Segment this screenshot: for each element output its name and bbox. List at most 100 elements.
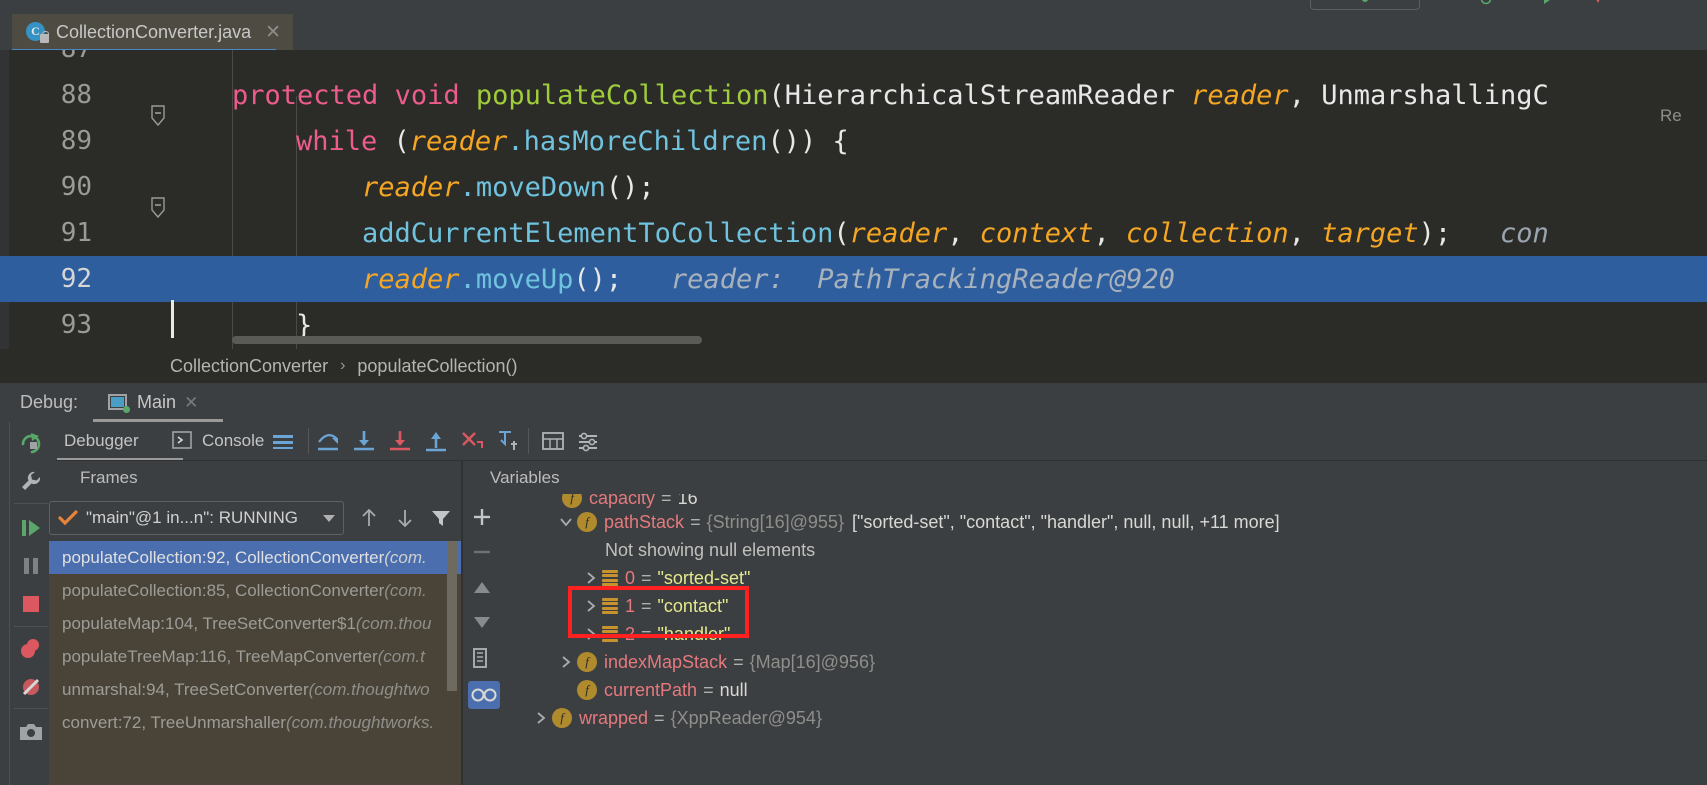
variable-row-currentpath[interactable]: f currentPath = null <box>577 676 748 704</box>
field-icon: f <box>577 512 597 532</box>
breadcrumb-item-class[interactable]: CollectionConverter <box>170 356 328 377</box>
chevron-right-icon[interactable] <box>555 651 577 673</box>
run-to-cursor-icon[interactable] <box>495 428 521 454</box>
variable-row-index-0[interactable]: 0 = "sorted-set" <box>580 564 750 592</box>
frame-method: populateMap:104, TreeSetConverter$1 <box>62 613 356 633</box>
tab-console[interactable]: Console <box>202 431 264 451</box>
copy-value-icon[interactable] <box>468 645 496 673</box>
thread-selector[interactable]: "main"@1 in...n": RUNNING <box>49 501 344 535</box>
inline-debugger-hint-92[interactable]: reader: PathTrackingReader@920 <box>671 264 1175 295</box>
frame-package: (com. <box>384 547 427 567</box>
variable-row-pathstack[interactable]: f pathStack = {String[16]@955} ["sorted-… <box>555 508 1280 536</box>
move-up-icon[interactable] <box>468 574 496 602</box>
frame-method: convert:72, TreeUnmarshaller <box>62 712 286 732</box>
frames-list-item[interactable]: populateCollection:85, CollectionConvert… <box>49 574 461 607</box>
resume-program-icon[interactable] <box>12 509 50 547</box>
toolbar-separator <box>528 428 529 454</box>
variable-value: "sorted-set" <box>657 567 751 588</box>
tab-debugger[interactable]: Debugger <box>64 431 139 451</box>
step-over-icon[interactable] <box>315 428 341 454</box>
code-editor[interactable]: 87 88 protected void populateCollection(… <box>0 50 1707 349</box>
frame-package: (com. <box>384 580 427 600</box>
obj-reader: reader <box>409 125 508 157</box>
stop-icon[interactable] <box>12 585 50 623</box>
code-line-88: protected void populateCollection(Hierar… <box>232 80 1549 111</box>
console-icon[interactable] <box>172 430 194 450</box>
add-watch-icon[interactable] <box>468 503 496 531</box>
rerun-icon[interactable] <box>12 424 50 462</box>
editor-right-edge-hint: Re <box>1660 106 1682 125</box>
equals-sign: = <box>703 679 714 700</box>
arrow-up-icon[interactable] <box>357 506 381 530</box>
paren: ( <box>768 79 785 111</box>
run-icon[interactable] <box>1480 0 1496 6</box>
chevron-right-icon[interactable] <box>580 595 602 617</box>
filter-icon[interactable] <box>429 506 453 530</box>
frames-list[interactable]: populateCollection:92, CollectionConvert… <box>49 541 461 785</box>
variable-row-indexmapstack[interactable]: f indexMapStack = {Map[16]@956} <box>555 648 875 676</box>
equals-sign: = <box>690 511 701 532</box>
frames-scrollbar[interactable] <box>447 541 457 691</box>
layout-settings-icon[interactable] <box>270 428 296 454</box>
remove-watch-icon[interactable] <box>468 538 496 566</box>
editor-line-92-current: 92 reader.moveUp(); reader: PathTracking… <box>0 256 1707 302</box>
line-number: 92 <box>60 264 92 294</box>
mute-breakpoints-icon[interactable] <box>12 668 50 706</box>
toolbar-divider <box>9 422 10 785</box>
evaluate-expression-icon[interactable] <box>540 428 566 454</box>
view-breakpoints-icon[interactable] <box>12 630 50 668</box>
stop-toolbar-icon[interactable] <box>1590 0 1606 6</box>
frames-list-item[interactable]: convert:72, TreeUnmarshaller (com.though… <box>49 706 461 739</box>
variable-row-index-1[interactable]: 1 = "contact" <box>580 592 728 620</box>
editor-horizontal-scrollbar[interactable] <box>232 336 702 344</box>
move-down-icon[interactable] <box>468 608 496 636</box>
step-into-icon[interactable] <box>351 428 377 454</box>
frames-list-item[interactable]: populateCollection:92, CollectionConvert… <box>49 541 461 574</box>
arg-target: target <box>1321 217 1419 249</box>
field-icon: f <box>562 494 582 508</box>
variable-row-index-2[interactable]: 2 = "handler" <box>580 620 730 648</box>
variables-tree[interactable]: f capacity = 16 f pathStack = {String[16… <box>500 494 1707 785</box>
pause-program-icon[interactable] <box>12 547 50 585</box>
settings-wrench-icon[interactable] <box>12 462 50 500</box>
tail: (); <box>605 171 655 203</box>
debug-run-icon[interactable] <box>1540 0 1556 6</box>
frames-list-item[interactable]: populateTreeMap:116, TreeMapConverter (c… <box>49 640 461 673</box>
chevron-right-icon[interactable] <box>580 567 602 589</box>
frames-list-item[interactable]: populateMap:104, TreeSetConverter$1 (com… <box>49 607 461 640</box>
type-1: HierarchicalStreamReader <box>784 79 1175 111</box>
frames-panel-header: Frames <box>56 461 461 494</box>
settings-icon[interactable] <box>576 428 602 454</box>
inspect-icon[interactable] <box>468 681 500 709</box>
variable-name: 0 <box>625 567 636 588</box>
line-number: 88 <box>60 80 92 110</box>
debugger-tabs-row <box>56 422 1707 460</box>
debug-session-tab-main[interactable]: Main ✕ <box>108 392 198 413</box>
frames-list-item[interactable]: unmarshal:94, TreeSetConverter (com.thou… <box>49 673 461 706</box>
close-icon[interactable]: ✕ <box>265 22 281 42</box>
step-out-icon[interactable] <box>423 428 449 454</box>
chevron-right-icon[interactable] <box>580 623 602 645</box>
call-moveup: moveUp <box>475 263 574 295</box>
chevron-down-icon[interactable] <box>555 511 577 533</box>
force-step-into-icon[interactable] <box>387 428 413 454</box>
editor-tab-collectionconverter[interactable]: C CollectionConverter.java ✕ <box>12 14 294 50</box>
drop-frame-icon[interactable] <box>459 428 485 454</box>
kw-void: void <box>394 79 460 111</box>
breadcrumb-item-method[interactable]: populateCollection() <box>357 356 517 377</box>
comma: , <box>1093 217 1127 249</box>
frame-package: (com.t <box>377 646 425 666</box>
variable-name: wrapped <box>579 707 649 728</box>
comma: , <box>1288 217 1322 249</box>
java-class-icon: C <box>26 21 49 43</box>
editor-line-91: 91 addCurrentElementToCollection(reader,… <box>0 210 1707 256</box>
line-number: 87 <box>0 50 92 64</box>
variable-row-wrapped[interactable]: f wrapped = {XppReader@954} <box>530 704 822 732</box>
camera-icon[interactable] <box>12 714 50 752</box>
variable-type: {Map[16]@956} <box>749 651 875 672</box>
open-paren: ( <box>377 125 410 157</box>
close-icon[interactable]: ✕ <box>184 393 198 413</box>
chevron-right-icon[interactable] <box>530 707 552 729</box>
chevron-down-icon[interactable] <box>323 514 335 522</box>
arrow-down-icon[interactable] <box>393 506 417 530</box>
